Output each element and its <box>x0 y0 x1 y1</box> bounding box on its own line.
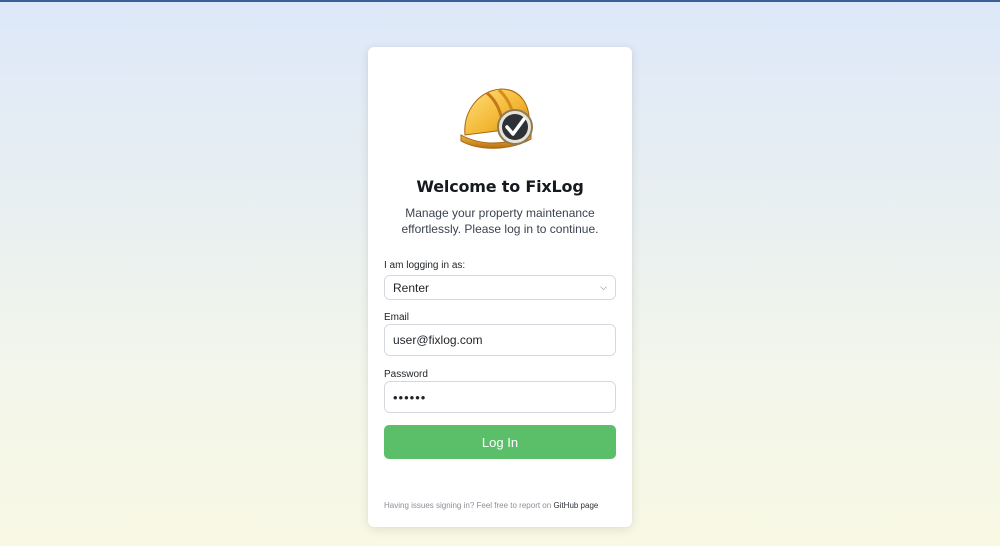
login-button[interactable]: Log In <box>384 425 616 459</box>
email-value: user@fixlog.com <box>393 333 483 347</box>
page-title: Welcome to FixLog <box>416 177 584 196</box>
password-label: Password <box>384 369 428 380</box>
email-label: Email <box>384 312 410 323</box>
login-card: Welcome to FixLog Manage your property m… <box>368 47 632 527</box>
footer-text: Having issues signing in? Feel free to r… <box>384 501 552 510</box>
password-value: •••••• <box>393 389 427 405</box>
footer-help: Having issues signing in? Feel free to r… <box>384 501 624 510</box>
page-subtitle: Manage your property maintenance effortl… <box>401 206 599 236</box>
email-field[interactable]: user@fixlog.com <box>384 324 616 356</box>
top-border <box>0 0 1000 2</box>
role-select[interactable]: Renter ⌵ <box>384 275 616 300</box>
role-label: I am logging in as: <box>384 260 466 271</box>
role-select-value: Renter <box>393 280 430 295</box>
chevron-down-icon: ⌵ <box>600 282 607 292</box>
password-field[interactable]: •••••• <box>384 381 616 413</box>
github-link[interactable]: GitHub page <box>553 501 598 510</box>
hard-hat-checkmark-icon <box>460 88 533 149</box>
